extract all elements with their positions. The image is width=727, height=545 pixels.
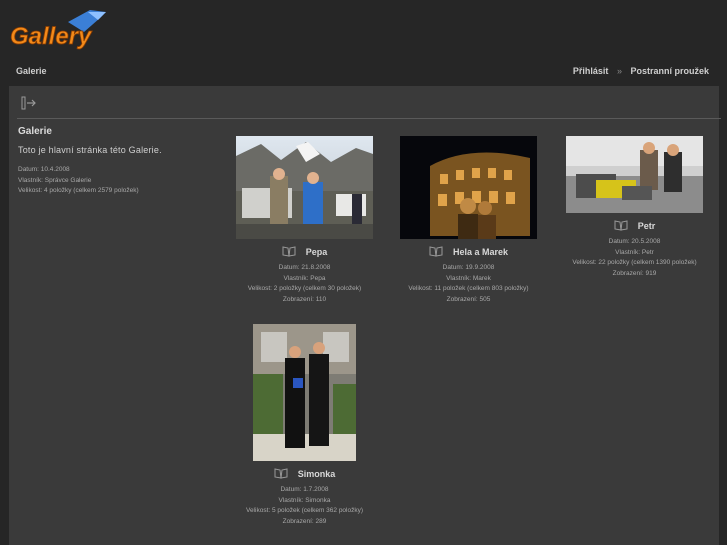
login-link[interactable]: Přihlásit xyxy=(573,66,609,76)
album-item-link[interactable]: Pepa xyxy=(306,247,328,257)
album-thumbnail[interactable] xyxy=(236,136,373,239)
item-owner: Vlastník: Petr xyxy=(615,248,654,256)
album-thumbnail[interactable] xyxy=(400,136,537,239)
album-info: Galerie Toto je hlavní stránka této Gale… xyxy=(18,126,218,197)
main-panel: Galerie Toto je hlavní stránka této Gale… xyxy=(9,86,721,545)
logo-text: Gallery xyxy=(10,23,93,50)
sidebar-expand-icon[interactable] xyxy=(21,96,37,115)
item-owner: Vlastník: Marek xyxy=(446,274,491,282)
album-meta: Datum: 10.4.2008 Vlastník: Správce Galer… xyxy=(18,165,218,197)
album-size: Velikost: 4 položky (celkem 2579 položek… xyxy=(18,187,139,194)
top-bar: Galerie Přihlásit » Postranní proužek xyxy=(0,60,727,84)
album-owner: Vlastník: Správce Galerie xyxy=(18,176,92,184)
album-item-title-row: Pepa xyxy=(236,245,373,259)
item-owner: Vlastník: Pepa xyxy=(283,274,326,282)
item-date: Datum: 1.7.2008 xyxy=(280,486,329,493)
item-views: Zobrazení: 505 xyxy=(446,295,491,303)
album-item-meta: Datum: 21.8.2008 Vlastník: Pepa Velikost… xyxy=(236,263,373,305)
album-item-title-row: Simonka xyxy=(236,467,373,481)
item-size: Velikost: 11 položek (celkem 803 položky… xyxy=(408,285,529,292)
album-icon xyxy=(614,219,628,233)
item-views: Zobrazení: 289 xyxy=(282,517,327,525)
item-size: Velikost: 5 položek (celkem 362 položky) xyxy=(245,507,364,514)
album-item-meta: Datum: 1.7.2008 Vlastník: Simonka Veliko… xyxy=(236,485,373,527)
album-item-meta: Datum: 19.9.2008 Vlastník: Marek Velikos… xyxy=(400,263,537,305)
sidebar-toggle-link[interactable]: Postranní proužek xyxy=(630,66,709,76)
item-size: Velikost: 2 položky (celkem 30 položek) xyxy=(247,285,362,292)
album-thumbnail[interactable] xyxy=(566,136,703,213)
album-date: Datum: 10.4.2008 xyxy=(18,166,70,173)
item-date: Datum: 21.8.2008 xyxy=(278,264,331,271)
album-thumbnail[interactable] xyxy=(253,324,356,461)
album-item-pepa: Pepa Datum: 21.8.2008 Vlastník: Pepa Vel… xyxy=(236,136,373,305)
link-separator: » xyxy=(616,66,622,76)
item-date: Datum: 20.5.2008 xyxy=(608,238,661,245)
toolbar xyxy=(9,86,719,118)
album-item-petr: Petr Datum: 20.5.2008 Vlastník: Petr Vel… xyxy=(566,136,703,279)
album-title: Galerie xyxy=(18,126,52,137)
album-item-link[interactable]: Hela a Marek xyxy=(453,247,508,257)
album-item-simonka: Simonka Datum: 1.7.2008 Vlastník: Simonk… xyxy=(236,324,373,527)
album-icon xyxy=(282,245,296,259)
album-item-title-row: Hela a Marek xyxy=(400,245,537,259)
system-links: Přihlásit » Postranní proužek xyxy=(573,66,709,76)
album-description: Toto je hlavní stránka této Galerie. xyxy=(18,145,162,155)
album-item-hela-a-marek: Hela a Marek Datum: 19.9.2008 Vlastník: … xyxy=(400,136,537,305)
item-views: Zobrazení: 919 xyxy=(612,269,657,277)
item-views: Zobrazení: 110 xyxy=(282,295,327,303)
album-item-meta: Datum: 20.5.2008 Vlastník: Petr Velikost… xyxy=(566,237,703,279)
album-item-link[interactable]: Petr xyxy=(638,221,656,231)
item-size: Velikost: 22 položky (celkem 1390 polože… xyxy=(572,259,697,266)
item-date: Datum: 19.9.2008 xyxy=(442,264,495,271)
album-icon xyxy=(429,245,443,259)
album-item-title-row: Petr xyxy=(566,219,703,233)
item-owner: Vlastník: Simonka xyxy=(278,496,331,504)
divider xyxy=(17,118,721,119)
gallery-logo[interactable]: Gallery xyxy=(8,8,108,56)
album-item-link[interactable]: Simonka xyxy=(298,469,336,479)
album-icon xyxy=(274,467,288,481)
breadcrumb-galerie[interactable]: Galerie xyxy=(16,66,47,76)
